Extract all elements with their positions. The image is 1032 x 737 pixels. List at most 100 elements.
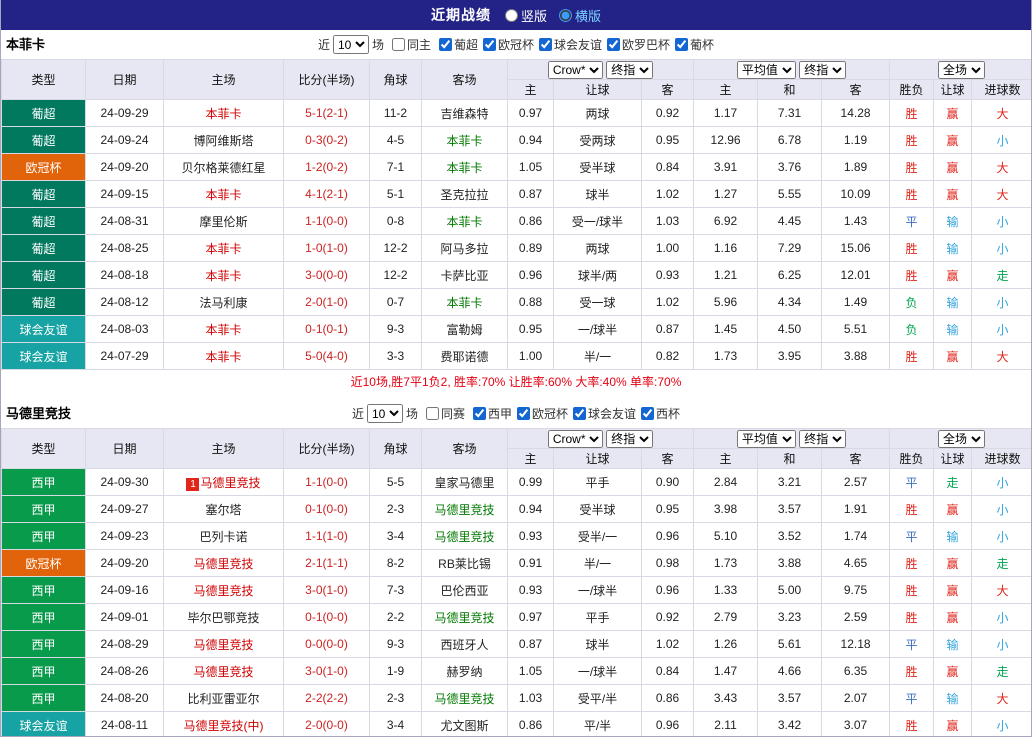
home-team[interactable]: 本菲卡 bbox=[163, 261, 284, 289]
score[interactable]: 3-0(1-0) bbox=[283, 576, 370, 604]
away-team[interactable]: 本菲卡 bbox=[421, 288, 508, 316]
league-filter[interactable]: 欧冠杯 bbox=[483, 36, 534, 53]
score[interactable]: 0-3(0-2) bbox=[283, 126, 370, 154]
away-team[interactable]: 皇家马德里 bbox=[421, 468, 508, 496]
odds-stage-select[interactable]: 终指 bbox=[606, 429, 654, 448]
league-filter[interactable]: 欧罗巴杯 bbox=[607, 36, 670, 53]
home-team[interactable]: 本菲卡 bbox=[163, 234, 284, 262]
league-filter-checkbox[interactable] bbox=[472, 406, 486, 420]
avg-source-select[interactable]: 平均值 bbox=[736, 429, 796, 448]
home-team[interactable]: 马德里竞技 bbox=[163, 576, 284, 604]
league-filter-checkbox[interactable] bbox=[607, 37, 621, 51]
league-badge: 球会友谊 bbox=[1, 315, 86, 343]
away-team[interactable]: 圣克拉拉 bbox=[421, 180, 508, 208]
home-team[interactable]: 马德里竞技 bbox=[163, 630, 284, 658]
view-mode-option[interactable]: 竖版 bbox=[504, 6, 547, 25]
league-filter-checkbox[interactable] bbox=[517, 406, 530, 420]
away-team[interactable]: 马德里竞技 bbox=[421, 684, 508, 712]
home-team[interactable]: 摩里伦斯 bbox=[163, 207, 284, 235]
away-team[interactable]: 马德里竞技 bbox=[421, 495, 508, 523]
home-team[interactable]: 毕尔巴鄂竞技 bbox=[163, 603, 284, 631]
league-filter[interactable]: 西杯 bbox=[641, 405, 680, 422]
away-team[interactable]: 富勒姆 bbox=[421, 315, 508, 343]
score[interactable]: 1-2(0-2) bbox=[283, 153, 370, 181]
avg-stage-select[interactable]: 终指 bbox=[799, 429, 847, 448]
recent-count-select[interactable]: 10 bbox=[366, 404, 403, 423]
home-team[interactable]: 本菲卡 bbox=[163, 315, 284, 343]
scope-select[interactable]: 全场 bbox=[938, 429, 986, 448]
league-filter-checkbox[interactable] bbox=[438, 37, 452, 51]
score[interactable]: 2-1(1-1) bbox=[283, 549, 370, 577]
away-team[interactable]: 尤文图斯 bbox=[421, 711, 508, 736]
same-filter-checkbox[interactable] bbox=[391, 38, 405, 51]
league-filter[interactable]: 西甲 bbox=[472, 405, 512, 422]
away-team[interactable]: 马德里竞技 bbox=[421, 522, 508, 550]
league-filter-checkbox[interactable] bbox=[641, 406, 655, 420]
away-team[interactable]: 本菲卡 bbox=[421, 153, 508, 181]
recent-count-select[interactable]: 10 bbox=[332, 35, 369, 54]
home-team[interactable]: 本菲卡 bbox=[163, 99, 284, 127]
scope-select[interactable]: 全场 bbox=[938, 60, 986, 79]
odds-stage-select[interactable]: 终指 bbox=[606, 60, 654, 79]
away-team[interactable]: 本菲卡 bbox=[421, 126, 508, 154]
away-team[interactable]: 费耶诺德 bbox=[421, 342, 508, 370]
home-team[interactable]: 1 马德里竞技 bbox=[163, 468, 284, 496]
league-filter[interactable]: 球会友谊 bbox=[573, 405, 636, 422]
home-team[interactable]: 本菲卡 bbox=[163, 180, 284, 208]
same-filter[interactable]: 同赛 bbox=[425, 405, 465, 422]
away-team[interactable]: 西班牙人 bbox=[421, 630, 508, 658]
league-filter-checkbox[interactable] bbox=[483, 37, 496, 51]
home-team[interactable]: 巴列卡诺 bbox=[163, 522, 284, 550]
score[interactable]: 2-0(1-0) bbox=[283, 288, 370, 316]
view-mode-option[interactable]: 横版 bbox=[559, 6, 601, 25]
away-team[interactable]: 吉维森特 bbox=[421, 99, 508, 127]
league-filter-checkbox[interactable] bbox=[573, 406, 587, 420]
odds-company-select[interactable]: Crow* bbox=[547, 60, 603, 79]
score[interactable]: 1-0(1-0) bbox=[283, 234, 370, 262]
score[interactable]: 0-1(0-0) bbox=[283, 495, 370, 523]
home-team[interactable]: 马德里竞技 bbox=[163, 549, 284, 577]
away-team[interactable]: 阿马多拉 bbox=[421, 234, 508, 262]
away-team[interactable]: RB莱比锡 bbox=[421, 549, 508, 577]
home-team[interactable]: 贝尔格莱德红星 bbox=[163, 153, 284, 181]
score[interactable]: 5-0(4-0) bbox=[283, 342, 370, 370]
home-team[interactable]: 本菲卡 bbox=[163, 342, 284, 370]
league-filter-checkbox[interactable] bbox=[539, 37, 553, 51]
score[interactable]: 5-1(2-1) bbox=[283, 99, 370, 127]
view-mode-radio[interactable] bbox=[504, 8, 518, 22]
home-team[interactable]: 马德里竞技(中) bbox=[163, 711, 284, 736]
away-team[interactable]: 巴伦西亚 bbox=[421, 576, 508, 604]
score[interactable]: 2-2(2-2) bbox=[283, 684, 370, 712]
score[interactable]: 1-1(0-0) bbox=[283, 207, 370, 235]
score[interactable]: 4-1(2-1) bbox=[283, 180, 370, 208]
home-team[interactable]: 塞尔塔 bbox=[163, 495, 284, 523]
home-team[interactable]: 博阿维斯塔 bbox=[163, 126, 284, 154]
odds-company-select[interactable]: Crow* bbox=[547, 429, 603, 448]
same-filter[interactable]: 同主 bbox=[391, 36, 431, 53]
score[interactable]: 2-0(0-0) bbox=[283, 711, 370, 736]
avg-stage-select[interactable]: 终指 bbox=[799, 60, 847, 79]
score[interactable]: 0-1(0-0) bbox=[283, 603, 370, 631]
score[interactable]: 0-1(0-1) bbox=[283, 315, 370, 343]
score[interactable]: 1-1(0-0) bbox=[283, 468, 370, 496]
home-team[interactable]: 比利亚雷亚尔 bbox=[163, 684, 284, 712]
avg-source-select[interactable]: 平均值 bbox=[736, 60, 796, 79]
away-team[interactable]: 卡萨比亚 bbox=[421, 261, 508, 289]
score[interactable]: 0-0(0-0) bbox=[283, 630, 370, 658]
away-team[interactable]: 本菲卡 bbox=[421, 207, 508, 235]
away-team[interactable]: 马德里竞技 bbox=[421, 603, 508, 631]
league-filter[interactable]: 葡杯 bbox=[675, 36, 714, 53]
away-team[interactable]: 赫罗纳 bbox=[421, 657, 508, 685]
home-team[interactable]: 马德里竞技 bbox=[163, 657, 284, 685]
corners: 2-3 bbox=[369, 684, 422, 712]
league-filter[interactable]: 欧冠杯 bbox=[517, 405, 568, 422]
score[interactable]: 1-1(1-0) bbox=[283, 522, 370, 550]
view-mode-radio[interactable] bbox=[559, 8, 572, 22]
same-filter-checkbox[interactable] bbox=[425, 407, 439, 420]
score[interactable]: 3-0(0-0) bbox=[283, 261, 370, 289]
home-team[interactable]: 法马利康 bbox=[163, 288, 284, 316]
league-filter-checkbox[interactable] bbox=[675, 37, 689, 51]
score[interactable]: 3-0(1-0) bbox=[283, 657, 370, 685]
league-filter[interactable]: 葡超 bbox=[438, 36, 478, 53]
league-filter[interactable]: 球会友谊 bbox=[539, 36, 602, 53]
